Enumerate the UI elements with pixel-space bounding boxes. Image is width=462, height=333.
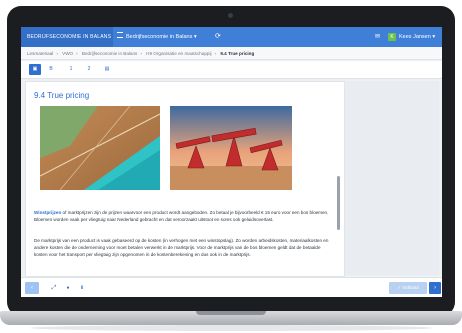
- paragraph-market-prices: Winstprijzen of marktprijzen zijn de pri…: [34, 210, 334, 224]
- user-name: Kees Jansen: [399, 34, 431, 40]
- refresh-icon[interactable]: ⟳: [215, 27, 221, 47]
- oil-pumps-image: [170, 106, 292, 190]
- content-toolbar: ▣ B 1 2 ▤: [21, 61, 442, 79]
- book-selector[interactable]: Bedrijfseconomie in Balans ▾: [117, 27, 197, 47]
- breadcrumb-item[interactable]: Lesmateriaal: [27, 51, 53, 56]
- brand-label[interactable]: BEDRIJFSECONOMIE IN BALANS: [21, 27, 113, 47]
- expand-icon[interactable]: ⤢: [49, 282, 59, 294]
- comment-icon[interactable]: ●: [63, 282, 73, 294]
- aerial-landscape-image: [40, 106, 160, 190]
- book-title: Bedrijfseconomie in Balans: [126, 34, 193, 40]
- exercise-2-button[interactable]: 2: [83, 64, 95, 75]
- top-navigation-bar: BEDRIJFSECONOMIE IN BALANS Bedrijfsecono…: [21, 27, 442, 47]
- breadcrumb-item[interactable]: H9 Organisatie en maatschappij: [146, 51, 211, 56]
- mail-icon[interactable]: ✉: [375, 27, 380, 47]
- side-panel: [345, 81, 439, 275]
- bookmark-button[interactable]: B: [45, 64, 57, 75]
- laptop-base-notch: [196, 311, 266, 315]
- completed-button[interactable]: ✓ Voltooid: [389, 282, 427, 294]
- document-icon[interactable]: ▤: [101, 64, 113, 75]
- paragraph-cost-basis: De marktprijs van een product is vaak ge…: [34, 238, 329, 257]
- breadcrumb: Lesmateriaal › VWO › Bedrijfseconomie in B…: [21, 47, 442, 60]
- download-icon[interactable]: ⬇: [77, 282, 87, 294]
- avatar: K: [388, 32, 396, 41]
- lesson-content: 9.4 True pricing Winstprijzen of marktpr…: [25, 81, 345, 277]
- user-menu[interactable]: K Kees Jansen ▾: [388, 27, 435, 47]
- menu-icon: [117, 32, 123, 38]
- webcam: [228, 13, 233, 18]
- section-title: 9.4 True pricing: [34, 91, 90, 100]
- screen: BEDRIJFSECONOMIE IN BALANS Bedrijfsecono…: [21, 27, 442, 297]
- next-button[interactable]: ›: [429, 282, 441, 294]
- previous-button[interactable]: ‹: [25, 282, 39, 294]
- theory-tab-button[interactable]: ▣: [29, 64, 41, 75]
- breadcrumb-current: 9.4 True pricing: [220, 51, 255, 56]
- bottom-bar: ‹ ⤢ ● ⬇ ✓ Voltooid ›: [21, 277, 442, 297]
- glossary-term-link[interactable]: Winstprijzen: [34, 210, 61, 215]
- scrollbar-thumb[interactable]: [337, 176, 340, 230]
- breadcrumb-item[interactable]: Bedrijfseconomie in Balans: [82, 51, 137, 56]
- paragraph-text: of marktprijzen zijn de prijzen waarvoor…: [34, 210, 329, 222]
- laptop-shadow: [30, 325, 432, 331]
- exercise-1-button[interactable]: 1: [65, 64, 77, 75]
- breadcrumb-item[interactable]: VWO: [62, 51, 73, 56]
